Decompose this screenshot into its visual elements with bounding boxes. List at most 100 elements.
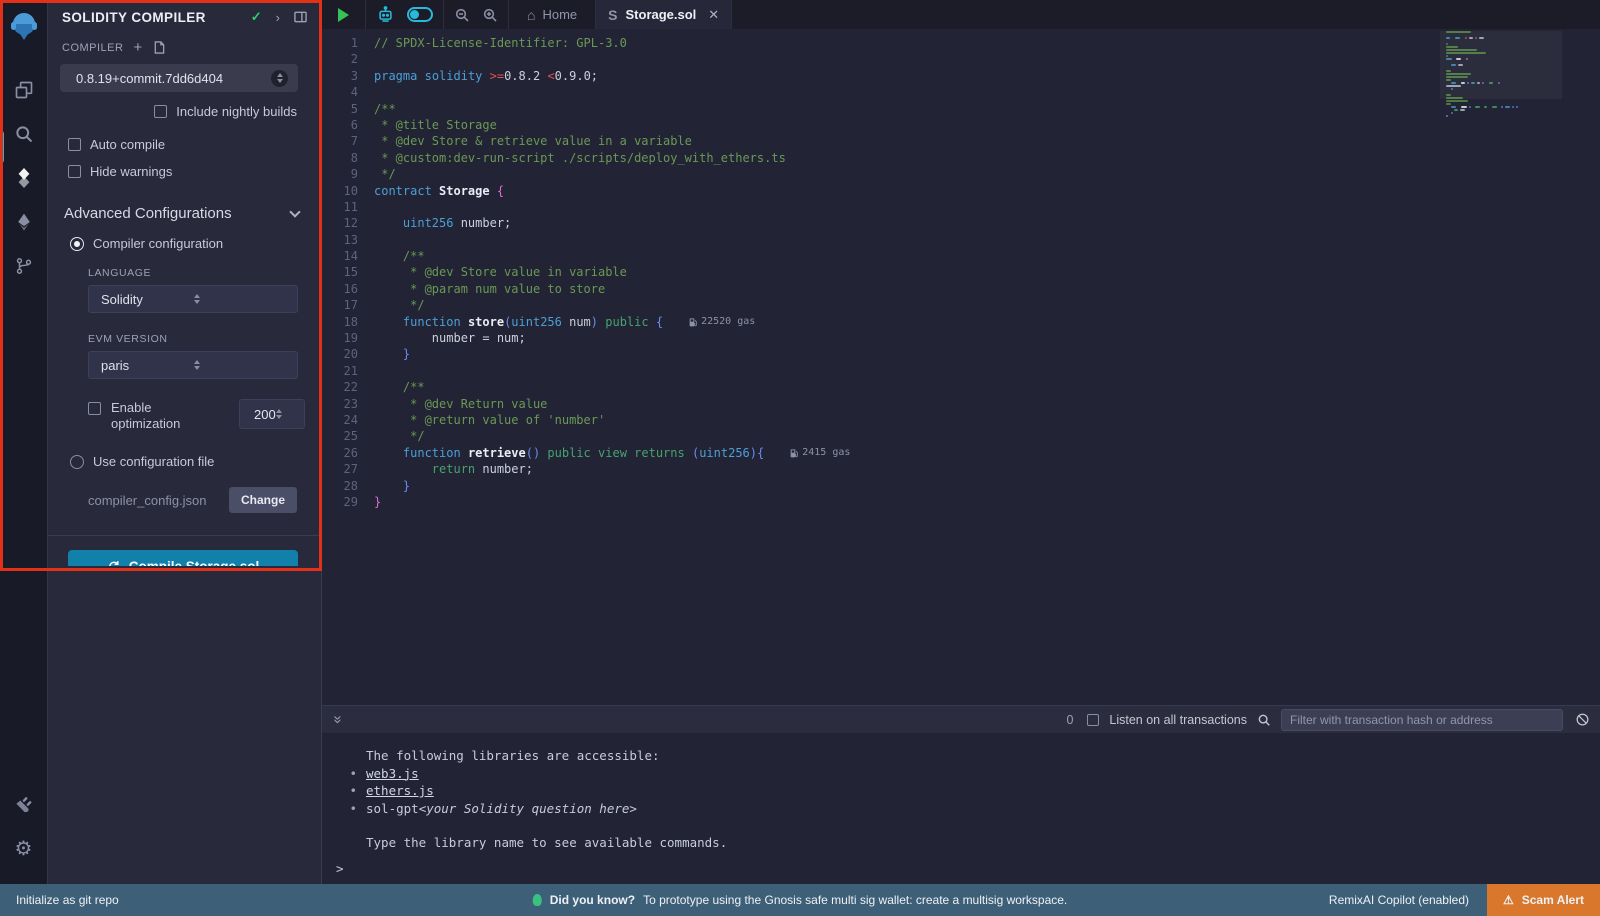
code-line[interactable]: 15 * @dev Store value in variable	[322, 264, 1440, 280]
file-explorer-icon[interactable]	[0, 68, 48, 112]
code-text: function retrieve() public view returns …	[374, 445, 764, 461]
config-file-name: compiler_config.json	[88, 493, 229, 508]
gas-estimate-badge[interactable]: 2415 gas	[790, 445, 850, 461]
code-line[interactable]: 7 * @dev Store & retrieve value in a var…	[322, 133, 1440, 149]
line-number: 24	[322, 412, 374, 428]
use-config-file-radio[interactable]	[70, 455, 84, 469]
scam-alert-button[interactable]: ⚠ Scam Alert	[1487, 884, 1600, 916]
code-line[interactable]: 6 * @title Storage	[322, 117, 1440, 133]
collapse-terminal-icon[interactable]: »	[330, 715, 347, 723]
line-number: 3	[322, 68, 374, 84]
code-line[interactable]: 26 function retrieve() public view retur…	[322, 445, 1440, 461]
code-line[interactable]: 29}	[322, 494, 1440, 510]
add-compiler-icon[interactable]: +	[133, 39, 142, 56]
file-tab-label: Storage.sol	[626, 7, 697, 22]
runs-value: 200	[254, 407, 276, 422]
code-line[interactable]: 14 /**	[322, 248, 1440, 264]
code-line[interactable]: 16 * @param num value to store	[322, 281, 1440, 297]
code-text: */	[374, 297, 425, 313]
run-script-play-button[interactable]	[338, 8, 349, 22]
code-line[interactable]: 28 }	[322, 478, 1440, 494]
search-icon[interactable]	[0, 112, 48, 156]
code-line[interactable]: 3pragma solidity >=0.8.2 <0.9.0;	[322, 68, 1440, 84]
library-link[interactable]: ethers.js	[366, 782, 434, 800]
code-line[interactable]: 4	[322, 84, 1440, 100]
code-text: * @return value of 'number'	[374, 412, 605, 428]
copilot-toggle[interactable]	[407, 7, 433, 22]
code-line[interactable]: 24 * @return value of 'number'	[322, 412, 1440, 428]
code-line[interactable]: 21	[322, 363, 1440, 379]
enable-optimization-checkbox[interactable]	[88, 402, 101, 415]
line-number: 16	[322, 281, 374, 297]
pin-panel-icon[interactable]	[294, 11, 307, 23]
terminal-search-icon[interactable]	[1257, 713, 1271, 727]
minimap[interactable]	[1446, 31, 1556, 141]
tab-storage-sol[interactable]: S Storage.sol ✕	[596, 0, 732, 29]
code-line[interactable]: 17 */	[322, 297, 1440, 313]
git-init-status[interactable]: Initialize as git repo	[0, 893, 119, 907]
git-branch-icon[interactable]	[0, 244, 48, 288]
auto-compile-checkbox[interactable]	[68, 138, 81, 151]
settings-gear-icon[interactable]: ⚙	[0, 826, 48, 870]
zoom-in-icon[interactable]	[482, 7, 498, 23]
nightly-label: Include nightly builds	[176, 104, 297, 119]
listen-all-checkbox[interactable]	[1087, 714, 1099, 726]
code-line[interactable]: 2	[322, 51, 1440, 67]
gas-estimate-badge[interactable]: 22520 gas	[689, 314, 755, 330]
clear-console-icon[interactable]	[1575, 712, 1590, 727]
code-line[interactable]: 18 function store(uint256 num) public {2…	[322, 314, 1440, 330]
compiler-config-label: Compiler configuration	[93, 236, 223, 251]
language-select[interactable]: Solidity	[88, 285, 298, 313]
tab-home[interactable]: ⌂ Home	[509, 0, 596, 29]
code-line[interactable]: 10contract Storage {	[322, 183, 1440, 199]
deploy-run-icon[interactable]	[0, 200, 48, 244]
code-line[interactable]: 13	[322, 232, 1440, 248]
transaction-filter-input[interactable]	[1281, 709, 1563, 731]
terminal-output[interactable]: The following libraries are accessible: …	[322, 733, 1600, 884]
code-text: /**	[374, 379, 425, 395]
code-line[interactable]: 27 return number;	[322, 461, 1440, 477]
compiler-config-radio[interactable]	[70, 237, 84, 251]
optimization-row: Enable optimization 200	[48, 399, 321, 432]
remix-ai-robot-icon[interactable]	[376, 6, 395, 23]
solidity-compiler-icon[interactable]	[0, 156, 48, 200]
open-file-icon[interactable]	[153, 41, 165, 54]
language-label: LANGUAGE	[48, 267, 321, 279]
plugin-manager-icon[interactable]	[0, 782, 48, 826]
code-line[interactable]: 5/**	[322, 101, 1440, 117]
library-link[interactable]: web3.js	[366, 765, 419, 783]
code-line[interactable]: 19 number = num;	[322, 330, 1440, 346]
line-number: 15	[322, 264, 374, 280]
panel-title: SOLIDITY COMPILER	[62, 10, 237, 25]
code-line[interactable]: 12 uint256 number;	[322, 215, 1440, 231]
evm-version-select[interactable]: paris	[88, 351, 298, 379]
scam-alert-label: Scam Alert	[1522, 893, 1584, 907]
optimization-runs-stepper[interactable]: 200	[239, 399, 305, 429]
minimap-slider[interactable]	[1440, 31, 1562, 99]
code-line[interactable]: 20 }	[322, 346, 1440, 362]
code-line[interactable]: 23 * @dev Return value	[322, 396, 1440, 412]
code-editor[interactable]: 1// SPDX-License-Identifier: GPL-3.023pr…	[322, 29, 1600, 705]
minimap-line	[1446, 106, 1556, 108]
code-line[interactable]: 25 */	[322, 428, 1440, 444]
code-line[interactable]: 8 * @custom:dev-run-script ./scripts/dep…	[322, 150, 1440, 166]
nightly-checkbox[interactable]	[154, 105, 167, 118]
copilot-status[interactable]: RemixAI Copilot (enabled)	[1329, 893, 1469, 907]
home-tab-label: Home	[542, 7, 577, 22]
chevron-right-icon[interactable]: ›	[276, 10, 280, 25]
code-line[interactable]: 1// SPDX-License-Identifier: GPL-3.0	[322, 35, 1440, 51]
advanced-configurations-toggle[interactable]: Advanced Configurations	[48, 205, 321, 222]
remix-logo-icon[interactable]	[8, 10, 40, 42]
code-line[interactable]: 11	[322, 199, 1440, 215]
nightly-row: Include nightly builds	[48, 104, 321, 119]
language-value: Solidity	[101, 292, 194, 307]
change-config-button[interactable]: Change	[229, 487, 297, 513]
code-line[interactable]: 22 /**	[322, 379, 1440, 395]
code-text: * @param num value to store	[374, 281, 605, 297]
zoom-out-icon[interactable]	[454, 7, 470, 23]
compiler-version-select[interactable]: 0.8.19+commit.7dd6d404	[60, 64, 298, 92]
close-tab-icon[interactable]: ✕	[708, 7, 719, 23]
code-text: }	[374, 346, 410, 362]
hide-warnings-checkbox[interactable]	[68, 165, 81, 178]
code-line[interactable]: 9 */	[322, 166, 1440, 182]
